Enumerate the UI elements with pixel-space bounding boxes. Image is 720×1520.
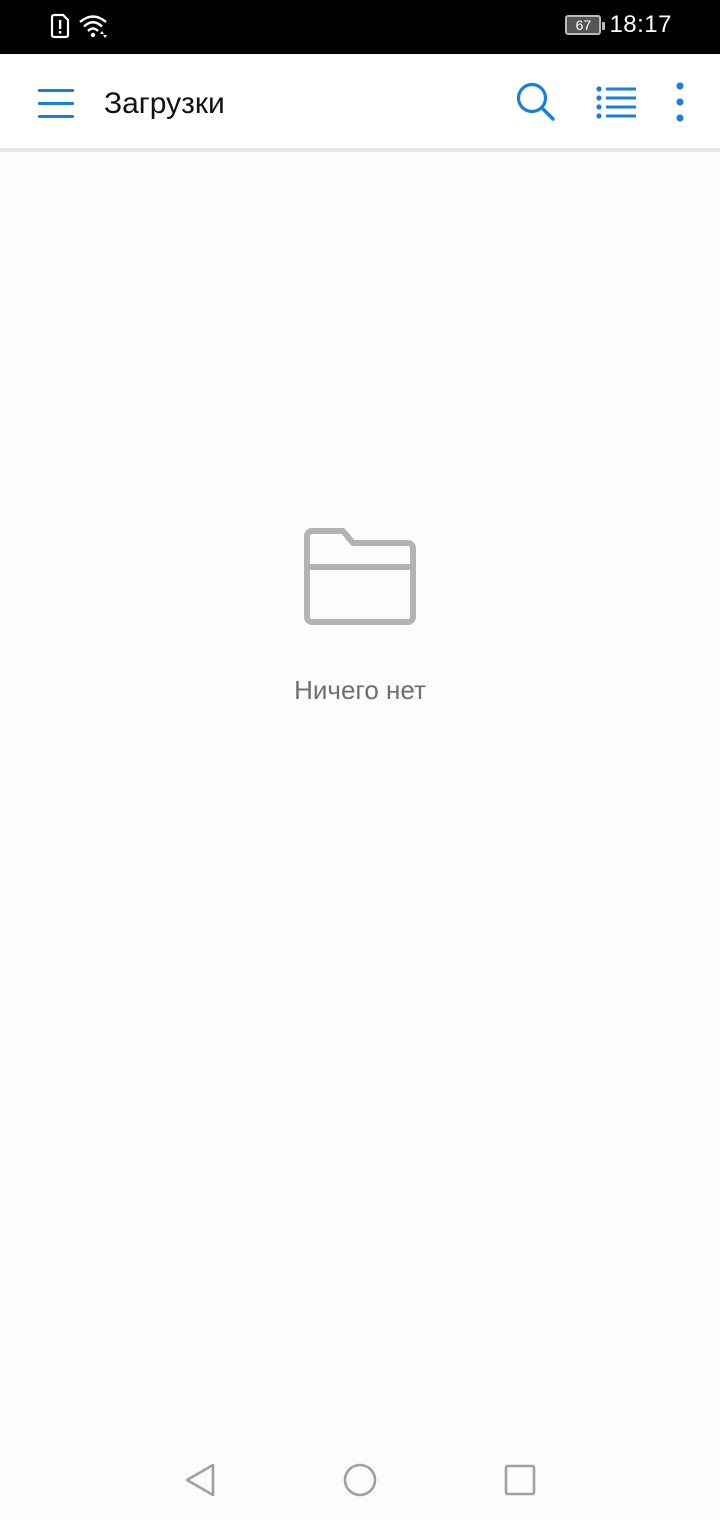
list-view-icon <box>596 86 636 119</box>
search-icon <box>516 82 555 121</box>
app-bar: Загрузки <box>0 54 720 152</box>
back-icon <box>185 1463 215 1497</box>
battery-level: 67 <box>575 17 592 33</box>
empty-message: Ничего нет <box>294 675 426 705</box>
home-icon <box>343 1463 377 1497</box>
status-bar: 67 18:17 <box>0 0 720 54</box>
recent-apps-button[interactable] <box>502 1462 538 1498</box>
status-right: 67 18:17 <box>565 11 672 39</box>
folder-icon <box>304 528 416 625</box>
status-left <box>50 13 108 39</box>
page-title: Загрузки <box>104 87 225 120</box>
menu-button[interactable] <box>36 84 76 124</box>
battery-icon: 67 <box>565 15 606 35</box>
search-button[interactable] <box>514 80 558 124</box>
empty-state: Ничего нет <box>0 525 720 706</box>
more-options-button[interactable] <box>668 80 692 124</box>
navigation-bar <box>0 1440 720 1520</box>
recent-apps-icon <box>504 1464 536 1496</box>
list-view-button[interactable] <box>594 84 638 120</box>
home-button[interactable] <box>342 1462 378 1498</box>
screen: 67 18:17 Загрузки Ничего нет <box>0 0 720 1520</box>
sim-alert-icon <box>50 13 70 39</box>
wifi-icon <box>79 15 107 38</box>
more-vert-icon <box>676 82 684 122</box>
back-button[interactable] <box>182 1462 218 1498</box>
menu-icon <box>38 89 74 118</box>
clock: 18:17 <box>609 11 672 38</box>
